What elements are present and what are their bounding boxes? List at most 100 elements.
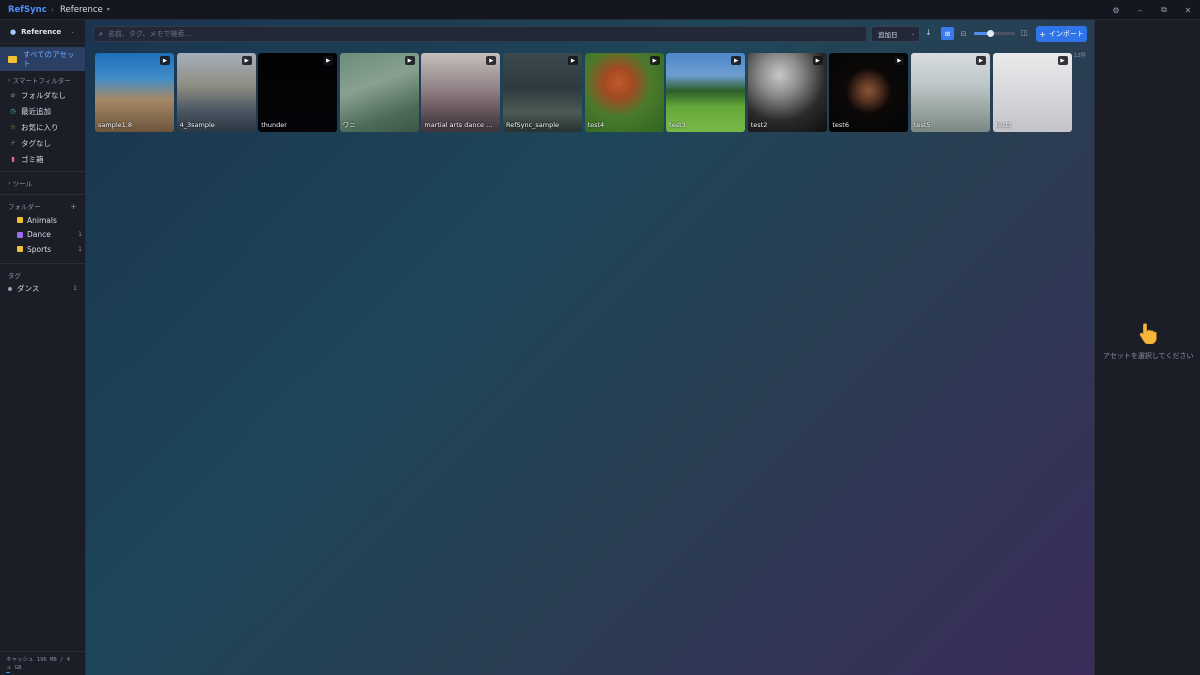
search-icon: ⌕: [99, 29, 103, 38]
asset-name: ワニ: [342, 121, 356, 129]
sidebar-item-folder[interactable]: Animals: [0, 213, 85, 228]
sort-direction-button[interactable]: ↓: [925, 28, 932, 37]
cache-usage-text: キャッシュ 196 MB / 4: [6, 657, 70, 663]
thumbnail-size-slider[interactable]: [974, 30, 1015, 37]
sort-select[interactable]: 追加日 ⌄: [871, 26, 920, 42]
empty-selection-message: アセットを選択してください: [1103, 352, 1194, 360]
sidebar-item-label: フォルダなし: [21, 90, 66, 100]
asset-card[interactable]: ▶ test3: [666, 53, 746, 132]
divider: [0, 262, 85, 264]
sidebar-item-all-assets[interactable]: すべてのアセット: [0, 47, 85, 71]
star-icon: ☆: [10, 123, 16, 131]
tag-count: 1: [73, 285, 77, 292]
play-icon: ▶: [567, 56, 578, 65]
asset-name: martial arts dance movement: [424, 121, 498, 129]
sidebar-item-smart-filter[interactable]: ◷ 最近追加: [0, 103, 85, 119]
smart-filter-list: ⌀ フォルダなし ◷ 最近追加 ☆ お気に入り ⌿ タグなし ▮ ゴミ箱: [0, 87, 85, 167]
play-icon: ▶: [404, 56, 415, 65]
play-icon: ▶: [731, 56, 742, 65]
asset-name: test6: [832, 121, 849, 129]
sidebar-item-folder[interactable]: Sports 1: [0, 242, 85, 257]
slider-knob[interactable]: [986, 30, 994, 37]
minimize-button[interactable]: –: [1128, 6, 1152, 15]
main-area: ⌕ 追加日 ⌄ ↓ ⊞ ⊟ ◫ + インポート 12件 ▶ sample1.8 ▶ 4…: [86, 20, 1094, 675]
sidebar-item-label: 最近追加: [21, 106, 51, 116]
cache-usage-text-wrap: ュ GB: [6, 665, 22, 671]
play-icon: ▶: [975, 56, 986, 65]
asset-card[interactable]: ▶ test6: [829, 53, 909, 132]
search-input[interactable]: [107, 30, 808, 38]
sidebar-item-folder[interactable]: Dance 1: [0, 228, 85, 243]
asset-card[interactable]: ▶ martial arts dance movement: [421, 53, 501, 132]
sidebar-item-tag[interactable]: ダンス 1: [0, 282, 85, 296]
asset-card[interactable]: ▶ test2: [747, 53, 827, 132]
sidebar-item-smart-filter[interactable]: ▮ ゴミ箱: [0, 151, 85, 167]
chevron-down-icon[interactable]: ▾: [107, 6, 110, 13]
asset-card[interactable]: ▶ test5: [910, 53, 990, 132]
play-icon: ▶: [1057, 56, 1068, 65]
smart-filters-header[interactable]: › スマートフィルター: [0, 73, 85, 87]
library-name: Reference: [21, 27, 62, 36]
sidebar-item-smart-filter[interactable]: ⌀ フォルダなし: [0, 87, 85, 103]
asset-name: test3: [669, 121, 686, 129]
chevron-down-icon: ⌄: [69, 28, 75, 35]
title-bar: RefSync › Reference ▾ ⚙ – ⧉ ✕: [0, 0, 1200, 20]
folder-icon: [17, 217, 23, 224]
grid-view-button[interactable]: ⊞: [941, 27, 954, 40]
maximize-button[interactable]: ⧉: [1152, 5, 1176, 15]
cache-progress-bar: [6, 671, 10, 673]
library-selector[interactable]: ● Reference ⌄: [0, 20, 85, 44]
asset-name: test2: [750, 121, 768, 129]
folder-count: 1: [78, 245, 82, 253]
asset-card[interactable]: ▶ sample1.8: [95, 53, 174, 132]
play-icon: ▶: [160, 56, 170, 65]
play-icon: ▶: [323, 56, 334, 65]
library-breadcrumb[interactable]: Reference: [60, 5, 103, 15]
folder-label: Dance: [27, 230, 51, 240]
asset-name: RefSync_sample: [505, 121, 560, 129]
import-button[interactable]: + インポート: [1036, 26, 1087, 42]
asset-name: test5: [913, 121, 931, 129]
sidebar-item-label: タグなし: [21, 138, 51, 148]
asset-card[interactable]: ▶ test1: [992, 53, 1072, 132]
tag-list: ダンス 1: [0, 282, 85, 296]
pointing-hand-icon: [1139, 323, 1157, 344]
add-folder-button[interactable]: +: [70, 202, 77, 211]
play-icon: ▶: [486, 56, 497, 65]
settings-icon[interactable]: ⚙: [1104, 6, 1128, 15]
cache-status: キャッシュ 196 MB / 4 ュ GB: [0, 651, 86, 675]
close-button[interactable]: ✕: [1176, 6, 1200, 15]
asset-name: test4: [587, 121, 605, 129]
asset-card[interactable]: ▶ test4: [584, 53, 664, 132]
sidebar-item-smart-filter[interactable]: ☆ お気に入り: [0, 119, 85, 135]
sidebar-item-smart-filter[interactable]: ⌿ タグなし: [0, 135, 85, 151]
chevron-down-icon: ⌄: [910, 31, 915, 37]
inspector-panel: アセットを選択してください: [1094, 20, 1200, 675]
asset-name: 4_3sample: [179, 121, 215, 129]
asset-card[interactable]: ▶ RefSync_sample: [502, 53, 582, 132]
folders-header: フォルダー +: [8, 201, 77, 212]
import-label: インポート: [1048, 30, 1084, 38]
asset-name: thunder: [261, 121, 287, 129]
tools-header[interactable]: › ツール: [0, 176, 85, 190]
search-box[interactable]: ⌕: [93, 26, 867, 42]
clock-icon: ◷: [10, 107, 16, 115]
library-icon: ●: [10, 27, 17, 36]
sidebar-item-label: ゴミ箱: [21, 154, 44, 164]
sidebar-item-label: お気に入り: [21, 122, 59, 132]
trash-icon: ▮: [11, 155, 15, 163]
folder-label: Animals: [27, 215, 57, 225]
folder-off-icon: ⌀: [11, 91, 15, 99]
asset-card[interactable]: ▶ 4_3sample: [176, 53, 256, 132]
plus-icon: +: [1039, 29, 1046, 39]
asset-card[interactable]: ▶ ワニ: [339, 53, 419, 132]
folder-count: 1: [78, 231, 82, 239]
panel-toggle-icon[interactable]: ◫: [1021, 28, 1028, 37]
asset-card[interactable]: ▶ thunder: [258, 53, 338, 132]
item-count: 12件: [1073, 53, 1087, 59]
list-view-button[interactable]: ⊟: [957, 27, 970, 40]
tag-off-icon: ⌿: [11, 138, 15, 147]
tags-header: タグ: [8, 271, 21, 280]
tag-label: ダンス: [17, 284, 40, 293]
folder-label: Sports: [27, 244, 52, 254]
